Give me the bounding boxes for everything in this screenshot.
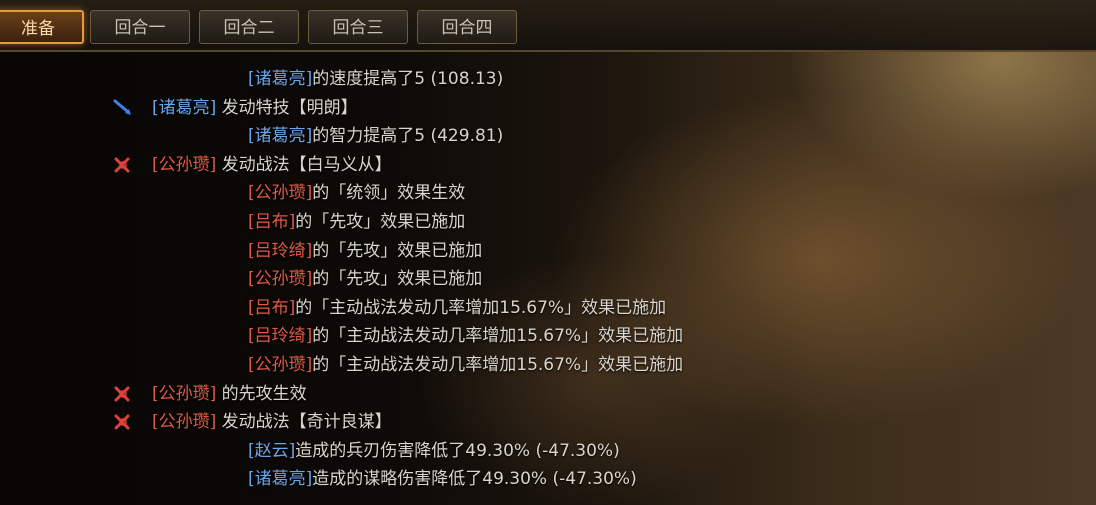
general-name: [诸葛亮] (152, 97, 217, 118)
general-name: [吕布] (248, 297, 296, 318)
general-name: [公孙瓒] (248, 183, 313, 204)
general-name: [赵云] (248, 440, 296, 461)
log-line: [吕玲绮]的「主动战法发动几率增加15.67%」效果已施加 (248, 323, 683, 349)
general-name: [公孙瓒] (152, 383, 217, 404)
log-line: [公孙瓒]的「先攻」效果已施加 (248, 266, 482, 292)
log-line: [公孙瓒] 的先攻生效 (112, 381, 307, 407)
log-text: 的「先攻」效果已施加 (295, 212, 466, 232)
log-text: 的「先攻」效果已施加 (312, 240, 483, 261)
log-line: [诸葛亮]造成的谋略伤害降低了49.30% (-47.30%) (248, 466, 637, 492)
log-line: [诸葛亮] 发动特技【明朗】 (112, 95, 358, 121)
log-line: [公孙瓒] 发动战法【奇计良谋】 (112, 409, 392, 435)
log-text: 的「统领」效果生效 (312, 183, 466, 204)
log-line: [诸葛亮]的速度提高了5 (108.13) (248, 66, 503, 92)
log-line: [赵云]造成的兵刃伤害降低了49.30% (-47.30%) (248, 438, 620, 464)
log-text: 的智力提高了5 (429.81) (312, 126, 504, 147)
log-line: [公孙瓒]的「统领」效果生效 (248, 180, 465, 206)
tactic-cross-icon (112, 155, 134, 175)
log-text: 的先攻生效 (216, 383, 307, 404)
log-text: 发动特技【明朗】 (216, 97, 358, 118)
general-name: [吕玲绮] (248, 326, 313, 347)
battle-log[interactable]: [诸葛亮]的速度提高了5 (108.13) [诸葛亮] 发动特技【明朗】 [诸葛亮]… (0, 50, 1096, 505)
log-text: 的「主动战法发动几率增加15.67%」效果已施加 (312, 326, 684, 347)
tab-round-3[interactable]: 回合三 (308, 10, 408, 44)
general-name: [诸葛亮] (248, 126, 313, 147)
general-name: [吕布] (248, 212, 296, 232)
log-line: [诸葛亮]的智力提高了5 (429.81) (248, 123, 503, 149)
general-name: [吕玲绮] (248, 240, 313, 261)
tactic-cross-icon (112, 384, 134, 404)
log-line: [吕玲绮]的「先攻」效果已施加 (248, 238, 482, 264)
general-name: [公孙瓒] (152, 412, 217, 433)
log-text: 发动战法【奇计良谋】 (216, 412, 392, 433)
log-line: [公孙瓒] 发动战法【白马义从】 (112, 152, 392, 178)
round-tab-bar: 准备 回合一 回合二 回合三 回合四 (0, 0, 1096, 52)
general-name: [公孙瓒] (248, 269, 313, 290)
log-text: 的「先攻」效果已施加 (312, 269, 483, 290)
log-text: 的「主动战法发动几率增加15.67%」效果已施加 (295, 297, 667, 318)
general-name: [公孙瓒] (248, 355, 313, 375)
tab-round-4[interactable]: 回合四 (417, 10, 517, 44)
tactic-cross-icon (112, 412, 134, 432)
log-line: [吕布]的「先攻」效果已施加 (248, 209, 465, 235)
log-text: 的速度提高了5 (108.13) (312, 69, 504, 89)
general-name: [公孙瓒] (152, 154, 217, 175)
tab-round-2[interactable]: 回合二 (199, 10, 299, 44)
log-line: [吕布]的「主动战法发动几率增加15.67%」效果已施加 (248, 295, 666, 321)
log-text: 造成的谋略伤害降低了49.30% (-47.30%) (312, 469, 637, 490)
tab-prepare[interactable]: 准备 (0, 10, 84, 44)
log-text: 造成的兵刃伤害降低了49.30% (-47.30%) (295, 440, 620, 461)
general-name: [诸葛亮] (248, 469, 313, 490)
general-name: [诸葛亮] (248, 69, 313, 89)
skill-sword-icon (112, 98, 134, 118)
tab-round-1[interactable]: 回合一 (90, 10, 190, 44)
log-text: 的「主动战法发动几率增加15.67%」效果已施加 (312, 355, 684, 375)
log-line: [公孙瓒]的「主动战法发动几率增加15.67%」效果已施加 (248, 352, 683, 378)
log-text: 发动战法【白马义从】 (216, 154, 392, 175)
